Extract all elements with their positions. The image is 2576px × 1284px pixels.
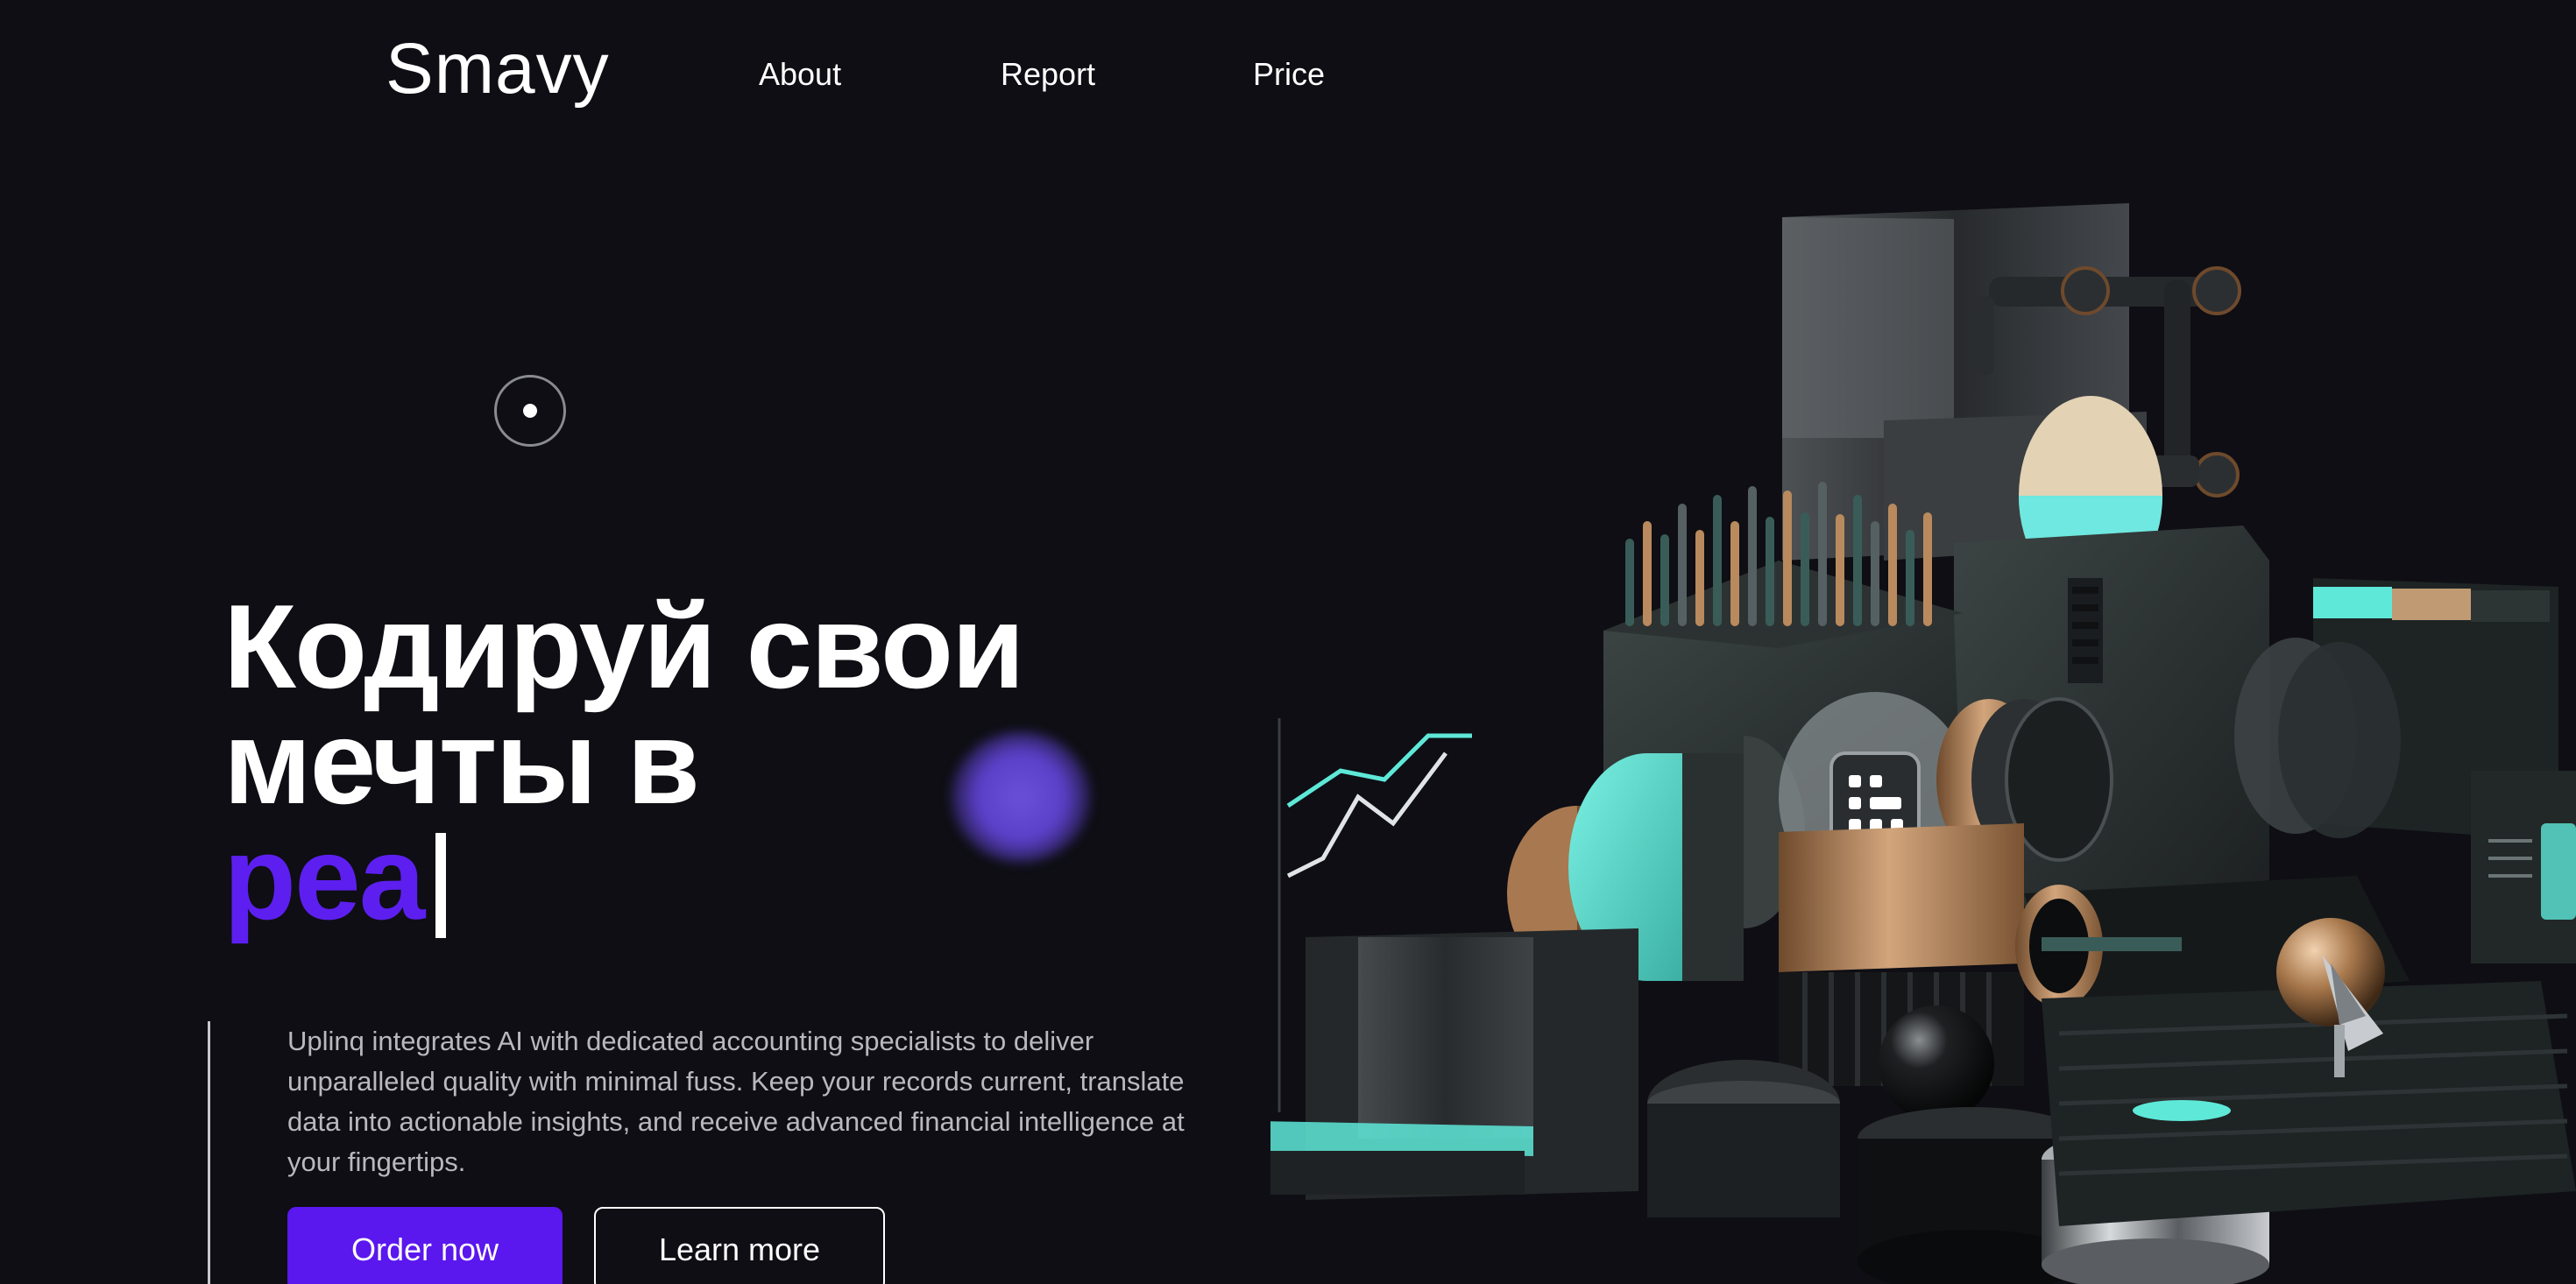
- headline-typed-text: реа: [223, 811, 425, 944]
- cursor-target-icon: [494, 375, 566, 447]
- learn-more-button[interactable]: Learn more: [594, 1207, 885, 1284]
- logo[interactable]: Smavy: [386, 33, 610, 105]
- description-divider: [208, 1021, 210, 1284]
- headline-line-1: Кодируй свои: [223, 580, 1025, 713]
- nav-about[interactable]: About: [759, 53, 841, 96]
- order-now-button[interactable]: Order now: [287, 1207, 563, 1284]
- hero-description: Uplinq integrates AI with dedicated acco…: [287, 1026, 1185, 1177]
- headline-line-2: мечты в: [223, 695, 700, 829]
- typing-caret: [435, 833, 447, 938]
- cursor-dot: [523, 404, 537, 418]
- hero-headline: Кодируй свои мечты в реа: [223, 580, 1025, 944]
- headline-line-3: реа: [223, 811, 1023, 944]
- isometric-3d-illustration: [1270, 203, 2576, 1284]
- nav-price[interactable]: Price: [1253, 53, 1325, 96]
- nav-report[interactable]: Report: [1001, 53, 1095, 96]
